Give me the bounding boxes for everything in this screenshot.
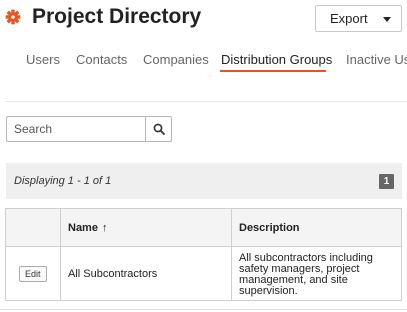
divider xyxy=(5,101,407,102)
tab-users[interactable]: Users xyxy=(26,52,60,67)
divider xyxy=(0,309,407,310)
column-header-name[interactable]: Name ↑ xyxy=(60,208,232,247)
gear-icon xyxy=(5,9,21,25)
search-button[interactable] xyxy=(145,116,172,142)
search-input[interactable] xyxy=(6,116,146,142)
export-button-label: Export xyxy=(330,11,368,26)
result-count: Displaying 1 - 1 of 1 xyxy=(14,175,112,187)
edit-button[interactable]: Edit xyxy=(19,265,47,282)
action-cell: Edit xyxy=(5,246,61,301)
tab-contacts[interactable]: Contacts xyxy=(76,52,127,67)
page-number-button[interactable]: 1 xyxy=(379,174,394,189)
tab-companies[interactable]: Companies xyxy=(143,52,209,67)
tab-distribution-groups[interactable]: Distribution Groups xyxy=(221,52,332,67)
pagination-bar: Displaying 1 - 1 of 1 1 xyxy=(6,163,402,199)
page-title: Project Directory xyxy=(32,5,202,28)
table-header-row: Name ↑ Description xyxy=(5,208,402,247)
search-icon xyxy=(153,123,165,135)
group-description-cell: All subcontractors including safety mana… xyxy=(231,246,402,301)
chevron-down-icon[interactable] xyxy=(383,17,391,22)
column-header-description: Description xyxy=(231,208,402,247)
tab-bar: Users Contacts Companies Distribution Gr… xyxy=(0,52,407,78)
export-button[interactable]: Export xyxy=(315,5,402,32)
tab-inactive-users[interactable]: Inactive Use xyxy=(346,52,407,67)
active-tab-indicator xyxy=(220,70,326,72)
column-header-actions xyxy=(5,208,61,247)
sort-ascending-icon: ↑ xyxy=(101,221,108,234)
column-header-name-label: Name xyxy=(68,221,98,234)
table-row: Edit All Subcontractors All subcontracto… xyxy=(5,246,402,301)
group-name-cell: All Subcontractors xyxy=(60,246,232,301)
distribution-groups-table: Name ↑ Description Edit All Subcontractor… xyxy=(5,208,402,301)
